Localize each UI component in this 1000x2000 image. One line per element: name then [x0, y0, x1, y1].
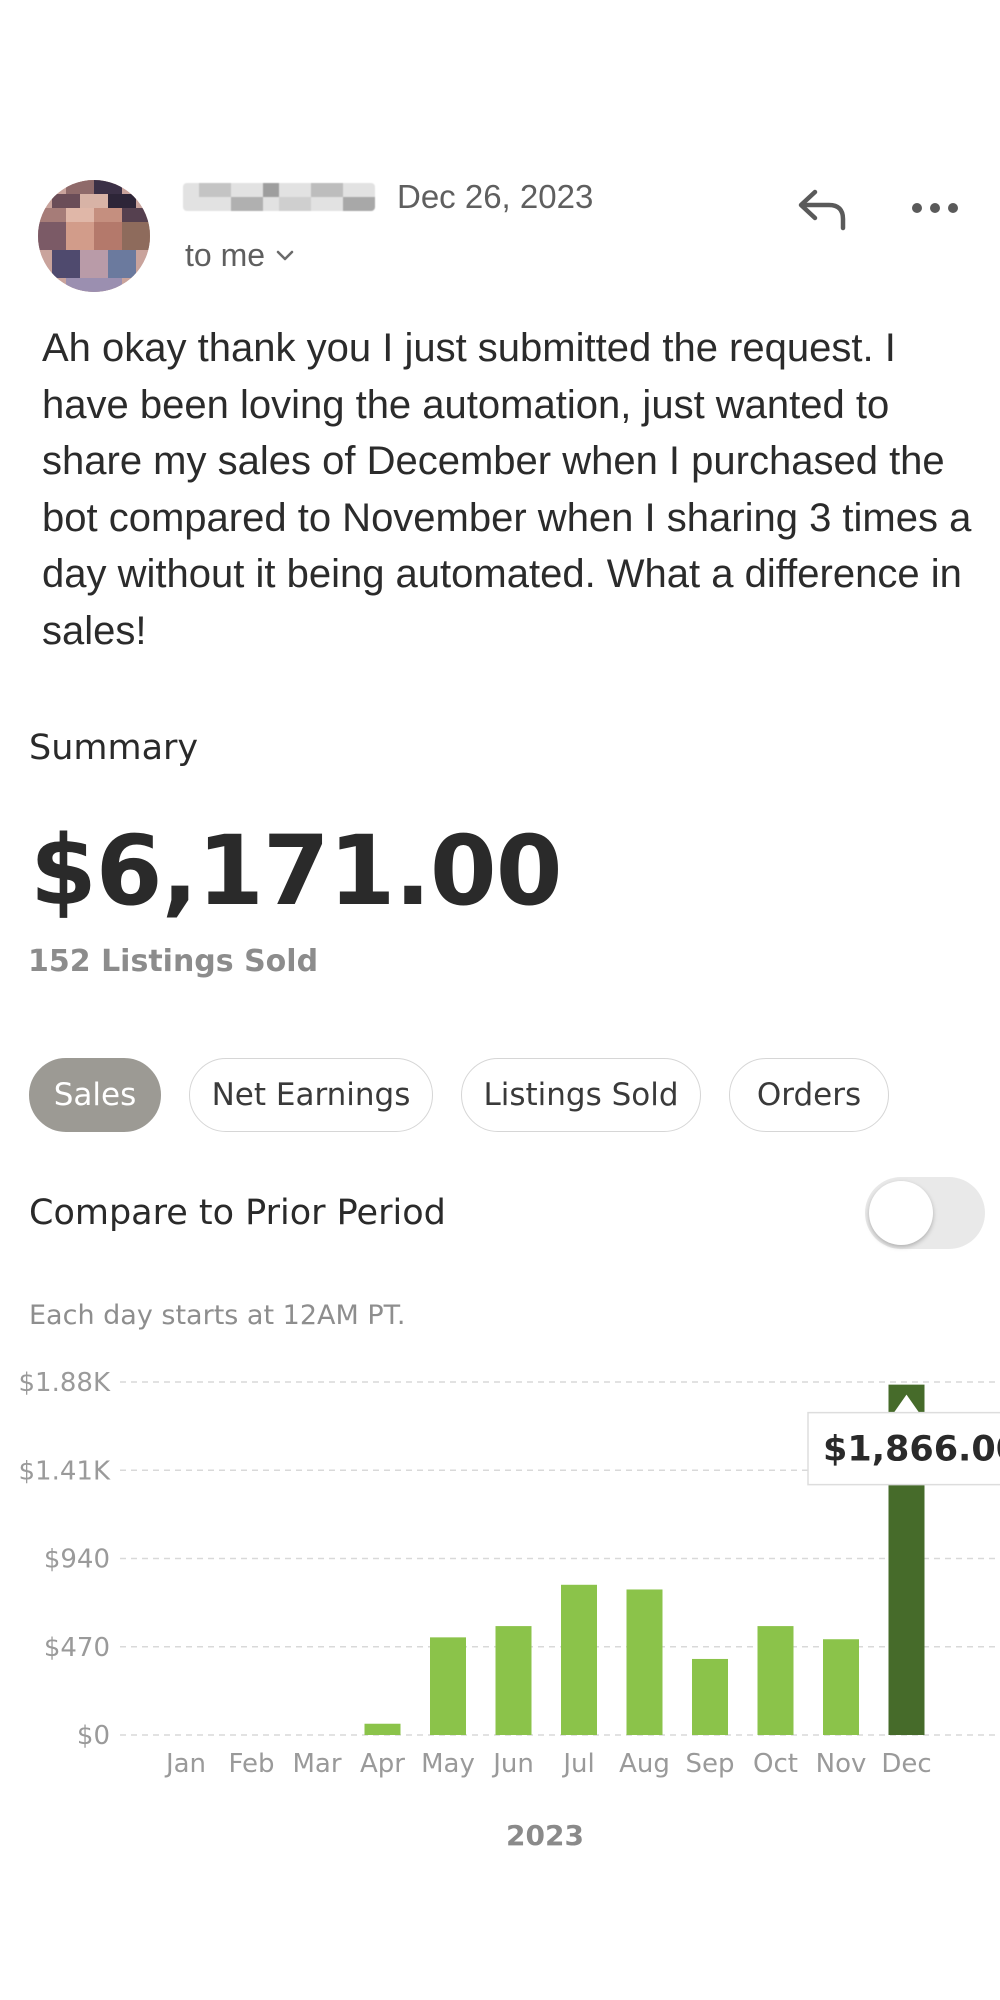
summary-heading: Summary: [29, 728, 199, 768]
x-tick-label: Apr: [360, 1749, 405, 1779]
chip-listings-sold[interactable]: Listings Sold: [461, 1058, 701, 1132]
y-tick-label: $470: [44, 1633, 110, 1663]
bar-sep: [692, 1658, 728, 1735]
x-tick-label: Jun: [491, 1749, 534, 1779]
x-tick-label: Jul: [561, 1749, 594, 1779]
chip-label: Net Earnings: [211, 1077, 411, 1113]
x-tick-label: Oct: [753, 1749, 798, 1779]
y-tick-label: $0: [77, 1721, 110, 1751]
x-tick-label: May: [421, 1749, 475, 1779]
summary-amount: $6,171.00: [30, 815, 563, 927]
x-tick-label: Feb: [228, 1749, 274, 1779]
x-axis-title: 2023: [506, 1819, 584, 1852]
compare-prior-period-toggle[interactable]: [865, 1177, 985, 1249]
tooltip-value: $1,866.00: [823, 1430, 1000, 1470]
recipient-dropdown[interactable]: to me: [185, 237, 295, 274]
x-tick-label: Nov: [816, 1749, 867, 1779]
more-options-icon[interactable]: [910, 196, 960, 220]
reply-icon[interactable]: [795, 186, 851, 232]
chip-sales[interactable]: Sales: [29, 1058, 161, 1132]
x-tick-label: Sep: [685, 1749, 734, 1779]
y-tick-label: $940: [44, 1545, 110, 1575]
bar-jun: [495, 1626, 532, 1735]
metric-chip-row: Sales Net Earnings Listings Sold Orders: [29, 1058, 889, 1134]
email-date: Dec 26, 2023: [397, 178, 594, 215]
sender-avatar[interactable]: [38, 180, 150, 292]
chevron-down-icon: [276, 250, 294, 260]
chip-orders[interactable]: Orders: [729, 1058, 889, 1132]
recipient-label: to me: [185, 237, 266, 273]
x-tick-label: Dec: [881, 1749, 931, 1779]
x-tick-label: Aug: [619, 1749, 670, 1779]
sales-bar-chart: $0 $470 $940 $1.41K $1.88K Jan Feb Mar Apr May Jun…: [19, 1368, 1000, 1852]
bar-may: [430, 1637, 466, 1735]
chip-label: Orders: [756, 1077, 862, 1113]
x-tick-label: Jan: [164, 1749, 206, 1779]
email-body-text: Ah okay thank you I just submitted the r…: [42, 326, 972, 653]
y-tick-label: $1.88K: [19, 1368, 111, 1398]
listings-sold-count: 152 Listings Sold: [28, 944, 319, 979]
x-tick-label: Mar: [292, 1749, 341, 1779]
bar-aug: [626, 1589, 663, 1735]
chart-timezone-note: Each day starts at 12AM PT.: [29, 1300, 406, 1331]
email-header: Dec 26, 2023 to me: [0, 0, 1000, 300]
toggle-knob: [869, 1181, 933, 1245]
chip-label: Sales: [53, 1077, 137, 1113]
chip-net-earnings[interactable]: Net Earnings: [189, 1058, 433, 1132]
bar-nov: [823, 1639, 859, 1735]
compare-prior-period-label: Compare to Prior Period: [29, 1193, 446, 1233]
chip-label: Listings Sold: [483, 1077, 679, 1113]
bar-oct: [757, 1626, 794, 1735]
sender-name-redacted: [183, 183, 375, 211]
bar-apr: [364, 1723, 401, 1735]
bar-jul: [561, 1584, 597, 1735]
y-tick-label: $1.41K: [19, 1456, 111, 1486]
